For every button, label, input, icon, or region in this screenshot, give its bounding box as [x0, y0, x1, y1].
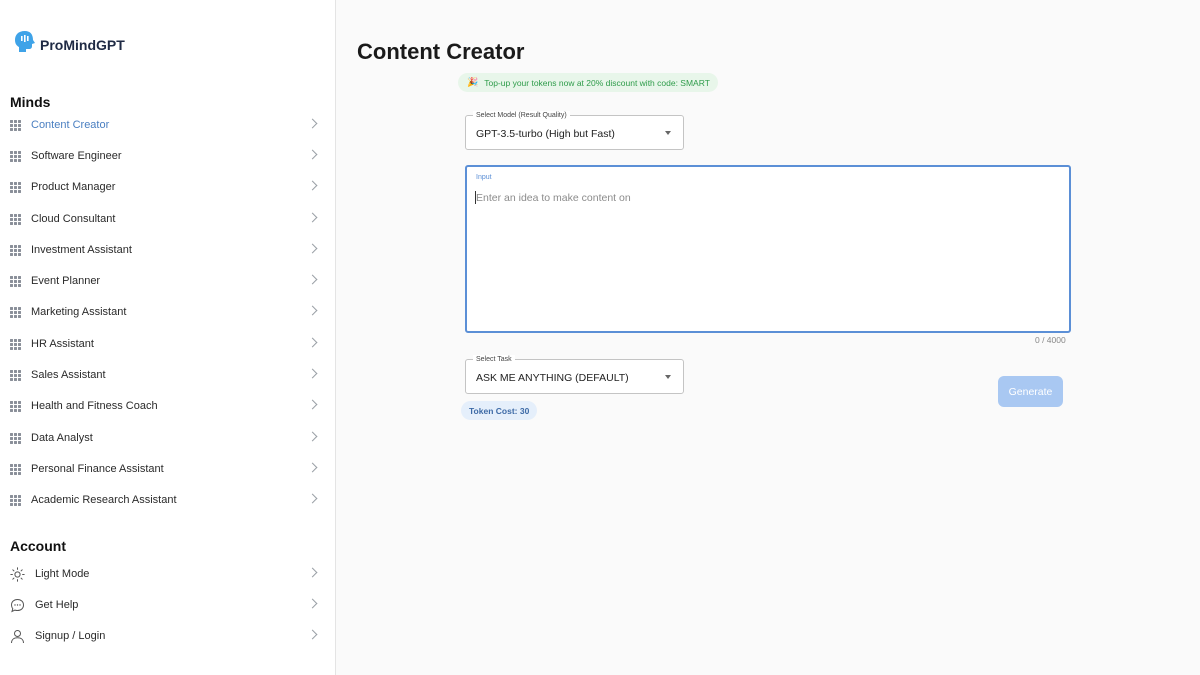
sidebar-item-label: Signup / Login	[35, 630, 106, 642]
model-select-value: GPT-3.5-turbo (High but Fast)	[476, 128, 615, 140]
character-counter: 0 / 4000	[1035, 335, 1066, 345]
caret-down-icon	[665, 131, 671, 135]
sun-icon	[10, 566, 25, 582]
brand-name: ProMindGPT	[40, 37, 125, 53]
sidebar-item-label: Health and Fitness Coach	[31, 400, 158, 412]
sidebar-item-light-mode[interactable]: Light Mode	[0, 560, 336, 588]
brain-logo-icon	[15, 31, 35, 52]
page-title: Content Creator	[357, 39, 525, 64]
chevron-right-icon	[307, 243, 318, 254]
sidebar-item-investment-assistant[interactable]: Investment Assistant	[0, 236, 336, 264]
sidebar-item-event-planner[interactable]: Event Planner	[0, 267, 336, 295]
grid-icon	[10, 244, 21, 256]
task-select-value: ASK ME ANYTHING (DEFAULT)	[476, 372, 629, 384]
chevron-right-icon	[307, 337, 318, 348]
chevron-right-icon	[307, 431, 318, 442]
chevron-right-icon	[307, 598, 318, 609]
task-select[interactable]: Select Task ASK ME ANYTHING (DEFAULT)	[465, 355, 684, 394]
chevron-right-icon	[307, 274, 318, 285]
grid-icon	[10, 181, 21, 193]
grid-icon	[10, 150, 21, 162]
sidebar-item-label: Event Planner	[31, 275, 101, 287]
chevron-right-icon	[307, 180, 318, 191]
grid-icon	[10, 275, 21, 287]
sidebar-item-academic-research-assistant[interactable]: Academic Research Assistant	[0, 486, 336, 514]
sidebar-item-label: Marketing Assistant	[31, 306, 127, 318]
sidebar: ProMindGPT Minds Content Creator Softwar…	[0, 0, 336, 675]
sidebar-item-label: Content Creator	[31, 119, 110, 131]
brand[interactable]: ProMindGPT	[14, 30, 125, 54]
chevron-right-icon	[307, 305, 318, 316]
sidebar-item-label: Get Help	[35, 599, 79, 611]
sidebar-item-health-fitness-coach[interactable]: Health and Fitness Coach	[0, 392, 336, 420]
sidebar-item-label: Software Engineer	[31, 150, 122, 162]
sidebar-item-label: HR Assistant	[31, 338, 94, 350]
chevron-right-icon	[307, 149, 318, 160]
sidebar-item-software-engineer[interactable]: Software Engineer	[0, 142, 336, 170]
chat-bubble-icon	[10, 598, 25, 612]
sidebar-item-label: Sales Assistant	[31, 369, 106, 381]
main-content: Content Creator 🎉 Top-up your tokens now…	[337, 0, 1200, 675]
sidebar-item-marketing-assistant[interactable]: Marketing Assistant	[0, 298, 336, 326]
sidebar-item-data-analyst[interactable]: Data Analyst	[0, 424, 336, 452]
input-label: Input	[476, 174, 492, 181]
grid-icon	[10, 338, 21, 350]
sidebar-item-label: Light Mode	[35, 568, 90, 580]
chevron-right-icon	[307, 629, 318, 640]
chevron-right-icon	[307, 399, 318, 410]
task-select-legend: Select Task	[473, 355, 515, 364]
model-select[interactable]: Select Model (Result Quality) GPT-3.5-tu…	[465, 111, 684, 150]
chevron-right-icon	[307, 567, 318, 578]
party-popper-icon: 🎉	[467, 77, 479, 87]
grid-icon	[10, 119, 21, 131]
idea-input-box[interactable]: Input	[465, 165, 1071, 333]
grid-icon	[10, 213, 21, 225]
sidebar-item-label: Data Analyst	[31, 432, 93, 444]
grid-icon	[10, 463, 21, 475]
sidebar-item-label: Personal Finance Assistant	[31, 463, 164, 475]
promo-banner: 🎉 Top-up your tokens now at 20% discount…	[458, 73, 718, 92]
grid-icon	[10, 494, 21, 506]
minds-section-title: Minds	[10, 94, 51, 110]
chevron-right-icon	[307, 368, 318, 379]
sidebar-item-label: Product Manager	[31, 181, 116, 193]
sidebar-item-cloud-consultant[interactable]: Cloud Consultant	[0, 205, 336, 233]
sidebar-item-product-manager[interactable]: Product Manager	[0, 173, 336, 201]
sidebar-item-sales-assistant[interactable]: Sales Assistant	[0, 361, 336, 389]
chevron-right-icon	[307, 493, 318, 504]
caret-down-icon	[665, 375, 671, 379]
sidebar-item-label: Academic Research Assistant	[31, 494, 177, 506]
promo-text: Top-up your tokens now at 20% discount w…	[484, 77, 710, 88]
account-section-title: Account	[10, 538, 66, 554]
grid-icon	[10, 400, 21, 412]
chevron-right-icon	[307, 212, 318, 223]
chevron-right-icon	[307, 118, 318, 129]
sidebar-item-content-creator[interactable]: Content Creator	[0, 111, 336, 139]
chevron-right-icon	[307, 462, 318, 473]
grid-icon	[10, 432, 21, 444]
grid-icon	[10, 306, 21, 318]
sidebar-item-label: Investment Assistant	[31, 244, 132, 256]
idea-input[interactable]	[476, 192, 1056, 204]
sidebar-item-label: Cloud Consultant	[31, 213, 116, 225]
token-cost-badge: Token Cost: 30	[461, 401, 538, 420]
sidebar-item-get-help[interactable]: Get Help	[0, 591, 336, 619]
model-select-legend: Select Model (Result Quality)	[473, 111, 570, 120]
generate-button[interactable]: Generate	[998, 376, 1063, 407]
grid-icon	[10, 369, 21, 381]
sidebar-item-personal-finance-assistant[interactable]: Personal Finance Assistant	[0, 455, 336, 483]
user-icon	[11, 629, 24, 643]
sidebar-item-signup-login[interactable]: Signup / Login	[0, 622, 336, 650]
sidebar-item-hr-assistant[interactable]: HR Assistant	[0, 330, 336, 358]
